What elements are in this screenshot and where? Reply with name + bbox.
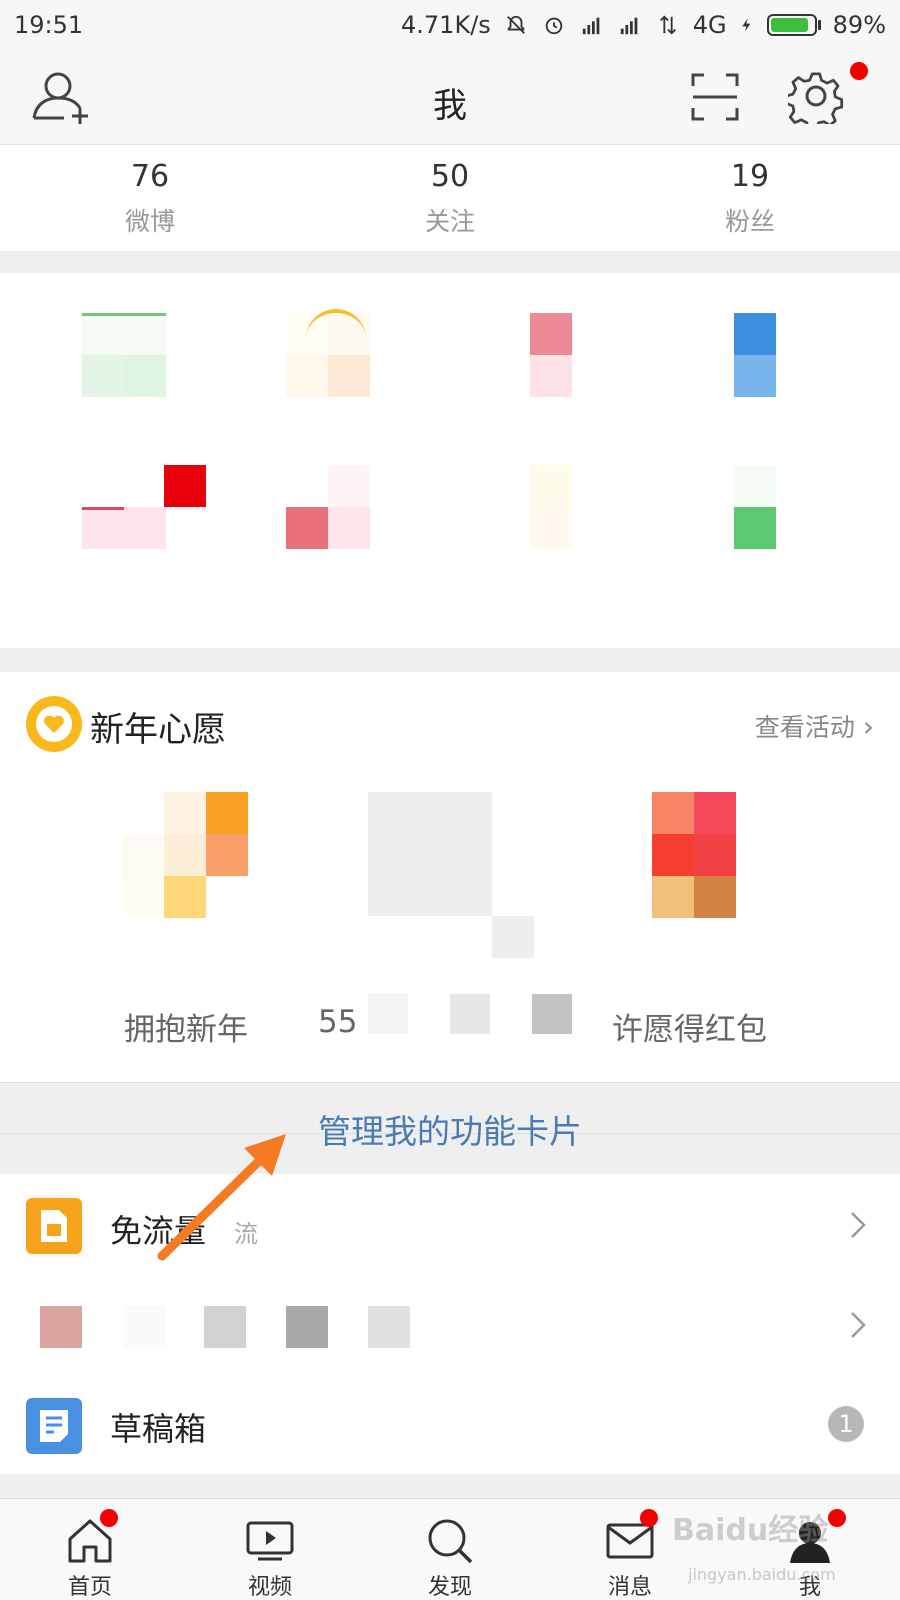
manage-cards-link[interactable]: 管理我的功能卡片 bbox=[0, 1105, 900, 1153]
annotation-arrow-icon bbox=[157, 1134, 286, 1261]
grid-item-4[interactable] bbox=[692, 313, 776, 397]
stat-value: 50 bbox=[430, 159, 470, 194]
grid-item-2[interactable] bbox=[286, 309, 370, 397]
signal-icon bbox=[582, 17, 600, 35]
grid-item-3[interactable] bbox=[488, 313, 572, 397]
me-notification-dot bbox=[828, 1509, 846, 1527]
home-notification-dot bbox=[100, 1509, 118, 1527]
stat-value: 19 bbox=[730, 159, 770, 194]
grid-item-6[interactable] bbox=[286, 465, 370, 549]
list-item-blurred[interactable] bbox=[0, 1274, 900, 1374]
top-nav-bar: 我 bbox=[0, 50, 900, 145]
tab-video[interactable]: 视频 bbox=[180, 1499, 360, 1600]
network-speed: 4.71K/s bbox=[401, 11, 491, 39]
watermark-logo: Baidu经验 bbox=[672, 1513, 829, 1548]
heart-badge-icon bbox=[26, 696, 82, 752]
settings-list: 免流量 流 草稿箱 1 bbox=[0, 1174, 900, 1474]
chevron-right-icon bbox=[851, 1212, 866, 1238]
charging-icon bbox=[741, 18, 750, 32]
alarm-icon bbox=[545, 17, 563, 35]
tab-label: 首页 bbox=[67, 1575, 112, 1600]
wish-item-image-3[interactable] bbox=[652, 792, 736, 918]
view-activity-link[interactable]: 查看活动 › bbox=[755, 708, 874, 744]
wish-item-label-3: 许愿得红包 bbox=[612, 1012, 767, 1048]
wish-item-image-1[interactable] bbox=[122, 792, 248, 918]
stat-value: 76 bbox=[130, 159, 170, 194]
wish-item-image-2[interactable] bbox=[368, 792, 534, 958]
tab-label: 发现 bbox=[427, 1575, 472, 1600]
wish-title: 新年心愿 bbox=[90, 710, 226, 750]
stat-followers[interactable]: 19 粉丝 bbox=[600, 145, 900, 251]
stat-label: 关注 bbox=[424, 207, 475, 236]
stats-row: 76 微博 50 关注 19 粉丝 bbox=[0, 145, 900, 251]
battery-icon bbox=[766, 14, 821, 36]
grid-item-8[interactable] bbox=[692, 465, 776, 549]
chevron-right-icon bbox=[851, 1312, 866, 1338]
drafts-count-badge: 1 bbox=[828, 1406, 864, 1442]
chevron-right-icon: › bbox=[862, 710, 874, 743]
function-grid bbox=[0, 273, 900, 648]
tab-home[interactable]: 首页 bbox=[0, 1499, 180, 1600]
new-year-wish-card: 新年心愿 查看活动 › 拥抱新年 55 许愿得红包 bbox=[0, 672, 900, 1082]
wish-item-label-2: 55 bbox=[318, 1004, 358, 1040]
grid-item-1[interactable] bbox=[82, 313, 166, 397]
list-item-free-data[interactable]: 免流量 流 bbox=[0, 1174, 900, 1274]
status-bar: 19:51 4.71K/s 4G 89% bbox=[0, 0, 900, 50]
settings-gear-icon[interactable] bbox=[788, 68, 844, 124]
tab-discover[interactable]: 发现 bbox=[360, 1499, 540, 1600]
scan-icon[interactable] bbox=[690, 72, 740, 122]
status-time: 19:51 bbox=[14, 11, 84, 39]
signal-icon-2 bbox=[620, 17, 638, 35]
network-type: 4G bbox=[692, 11, 727, 39]
messages-notification-dot bbox=[640, 1509, 658, 1527]
view-activity-label: 查看活动 bbox=[754, 713, 855, 742]
grid-item-7[interactable] bbox=[488, 465, 572, 549]
page-title: 我 bbox=[433, 86, 467, 126]
grid-item-5[interactable] bbox=[82, 465, 206, 549]
data-arrows-icon bbox=[659, 15, 676, 35]
wish-item-label-1: 拥抱新年 bbox=[124, 1012, 248, 1048]
drafts-label: 草稿箱 bbox=[110, 1410, 207, 1448]
battery-percent: 89% bbox=[832, 11, 886, 39]
stat-label: 粉丝 bbox=[724, 207, 775, 236]
sim-card-icon bbox=[26, 1198, 82, 1254]
stat-weibo[interactable]: 76 微博 bbox=[0, 145, 300, 251]
mute-bell-icon bbox=[506, 15, 525, 34]
stat-label: 微博 bbox=[124, 207, 175, 236]
draft-note-icon bbox=[26, 1398, 82, 1454]
tab-label: 视频 bbox=[247, 1575, 292, 1600]
video-icon bbox=[246, 1521, 294, 1561]
watermark-url: jingyan.baidu.com bbox=[688, 1565, 836, 1584]
stat-following[interactable]: 50 关注 bbox=[300, 145, 600, 251]
list-item-drafts[interactable]: 草稿箱 1 bbox=[0, 1374, 900, 1474]
manage-cards-section: 管理我的功能卡片 bbox=[0, 1082, 900, 1174]
settings-notification-dot bbox=[850, 62, 868, 80]
search-icon bbox=[428, 1519, 473, 1564]
